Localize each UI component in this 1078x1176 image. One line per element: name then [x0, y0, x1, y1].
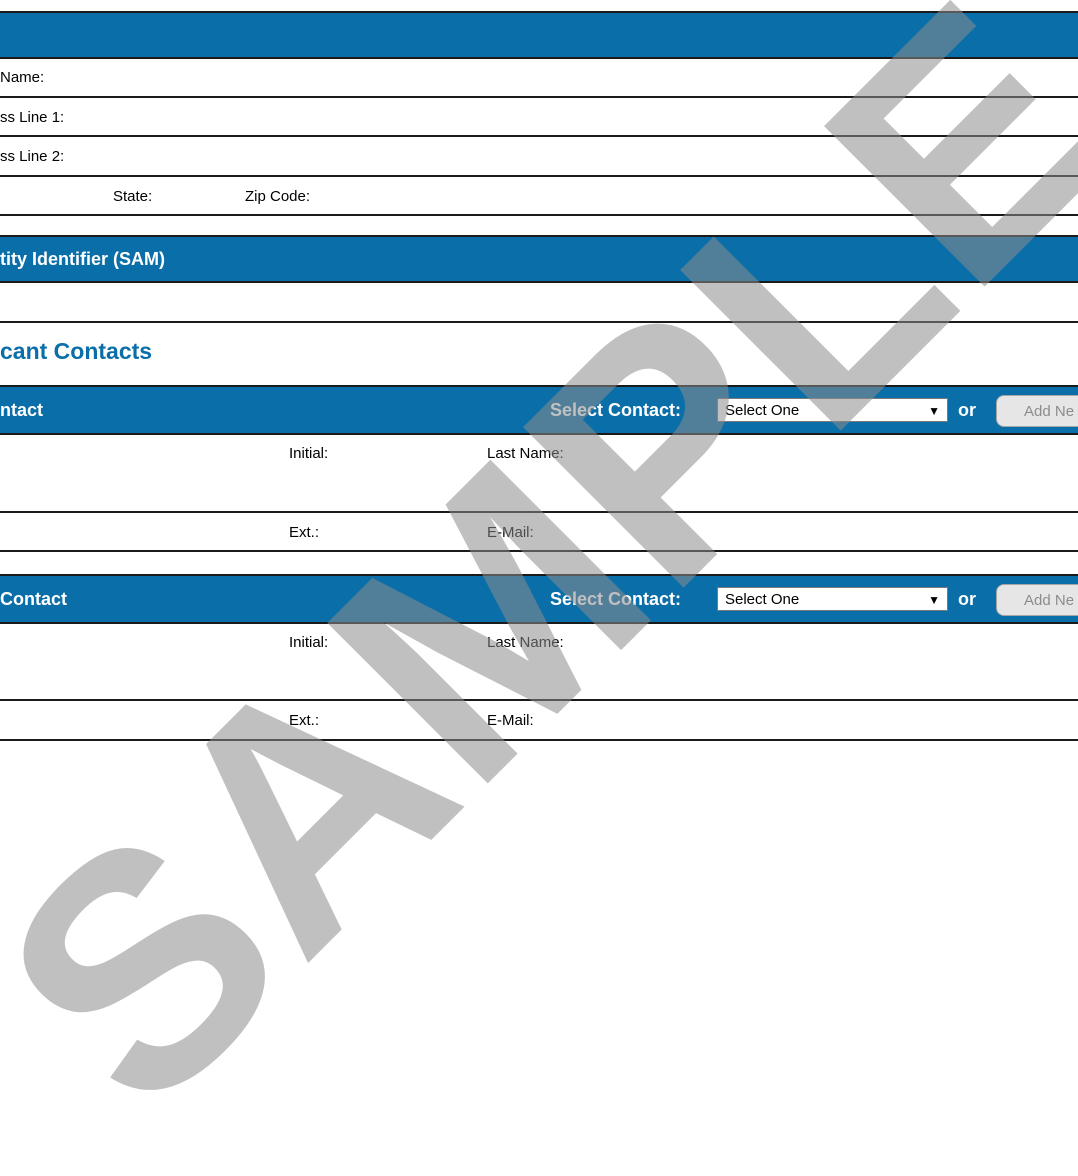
divider: [0, 321, 1078, 323]
divider: [0, 739, 1078, 741]
divider: [0, 214, 1078, 216]
contact-2-header-band: Contact Select Contact: Select One ▼ or …: [0, 574, 1078, 624]
applicant-contacts-heading: cant Contacts: [0, 338, 153, 364]
contact-2-add-new-button[interactable]: Add Ne: [996, 584, 1078, 616]
contact-2-title: Contact: [0, 589, 67, 609]
caret-down-icon: ▼: [928, 593, 940, 607]
contact-1-select-label: Select Contact:: [550, 400, 682, 420]
state-label: State:: [113, 188, 153, 205]
sam-section-title: tity Identifier (SAM): [0, 249, 165, 269]
contact-2-select-dropdown[interactable]: Select One ▼: [717, 587, 948, 611]
caret-down-icon: ▼: [928, 404, 940, 418]
contact-1-title: ntact: [0, 400, 44, 420]
contact-1-last-name-label: Last Name:: [487, 445, 564, 462]
contact-1-or-text: or: [958, 400, 976, 420]
address-line2-label: ss Line 2:: [0, 148, 65, 165]
contact-2-last-name-label: Last Name:: [487, 634, 564, 651]
divider: [0, 96, 1078, 98]
contact-1-ext-label: Ext.:: [289, 524, 320, 541]
contact-1-select-dropdown[interactable]: Select One ▼: [717, 398, 948, 422]
contact-2-select-value: Select One: [725, 591, 800, 608]
contact-2-email-label: E-Mail:: [487, 712, 534, 729]
address-header-band: [0, 11, 1078, 59]
zip-code-label: Zip Code:: [245, 188, 311, 205]
divider: [0, 135, 1078, 137]
contact-1-email-label: E-Mail:: [487, 524, 534, 541]
divider: [0, 550, 1078, 552]
contact-2-initial-label: Initial:: [289, 634, 329, 651]
contact-1-initial-label: Initial:: [289, 445, 329, 462]
address-line1-label: ss Line 1:: [0, 109, 65, 126]
divider: [0, 699, 1078, 701]
name-label: Name:: [0, 69, 45, 86]
contact-2-ext-label: Ext.:: [289, 712, 320, 729]
contact-2-or-text: or: [958, 589, 976, 609]
contact-1-header-band: ntact Select Contact: Select One ▼ or Ad…: [0, 385, 1078, 435]
contact-1-add-new-button[interactable]: Add Ne: [996, 395, 1078, 427]
sam-header-band: tity Identifier (SAM): [0, 235, 1078, 283]
contact-2-select-label: Select Contact:: [550, 589, 682, 609]
divider: [0, 175, 1078, 177]
contact-1-select-value: Select One: [725, 402, 800, 419]
divider: [0, 511, 1078, 513]
